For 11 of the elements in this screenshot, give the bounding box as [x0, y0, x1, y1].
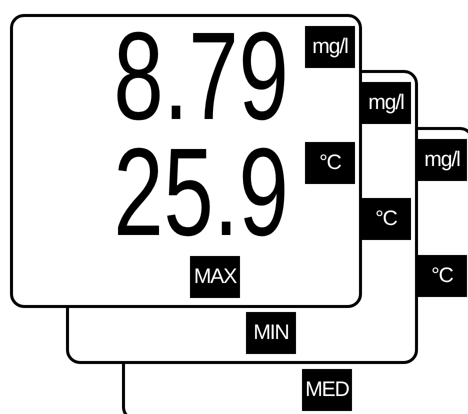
digit-readout: 25.9 [114, 145, 289, 240]
unit-label: °C [417, 255, 467, 297]
unit-label: mg/l [361, 82, 411, 124]
unit-label: mg/l [417, 139, 467, 181]
unit-label: MAX [190, 256, 240, 298]
unit-label: MIN [246, 312, 296, 354]
digit-readout: 8.79 [114, 29, 289, 124]
unit-label: °C [361, 198, 411, 240]
unit-label: °C [305, 142, 355, 184]
unit-label: MED [302, 369, 352, 411]
unit-label: mg/l [305, 26, 355, 68]
